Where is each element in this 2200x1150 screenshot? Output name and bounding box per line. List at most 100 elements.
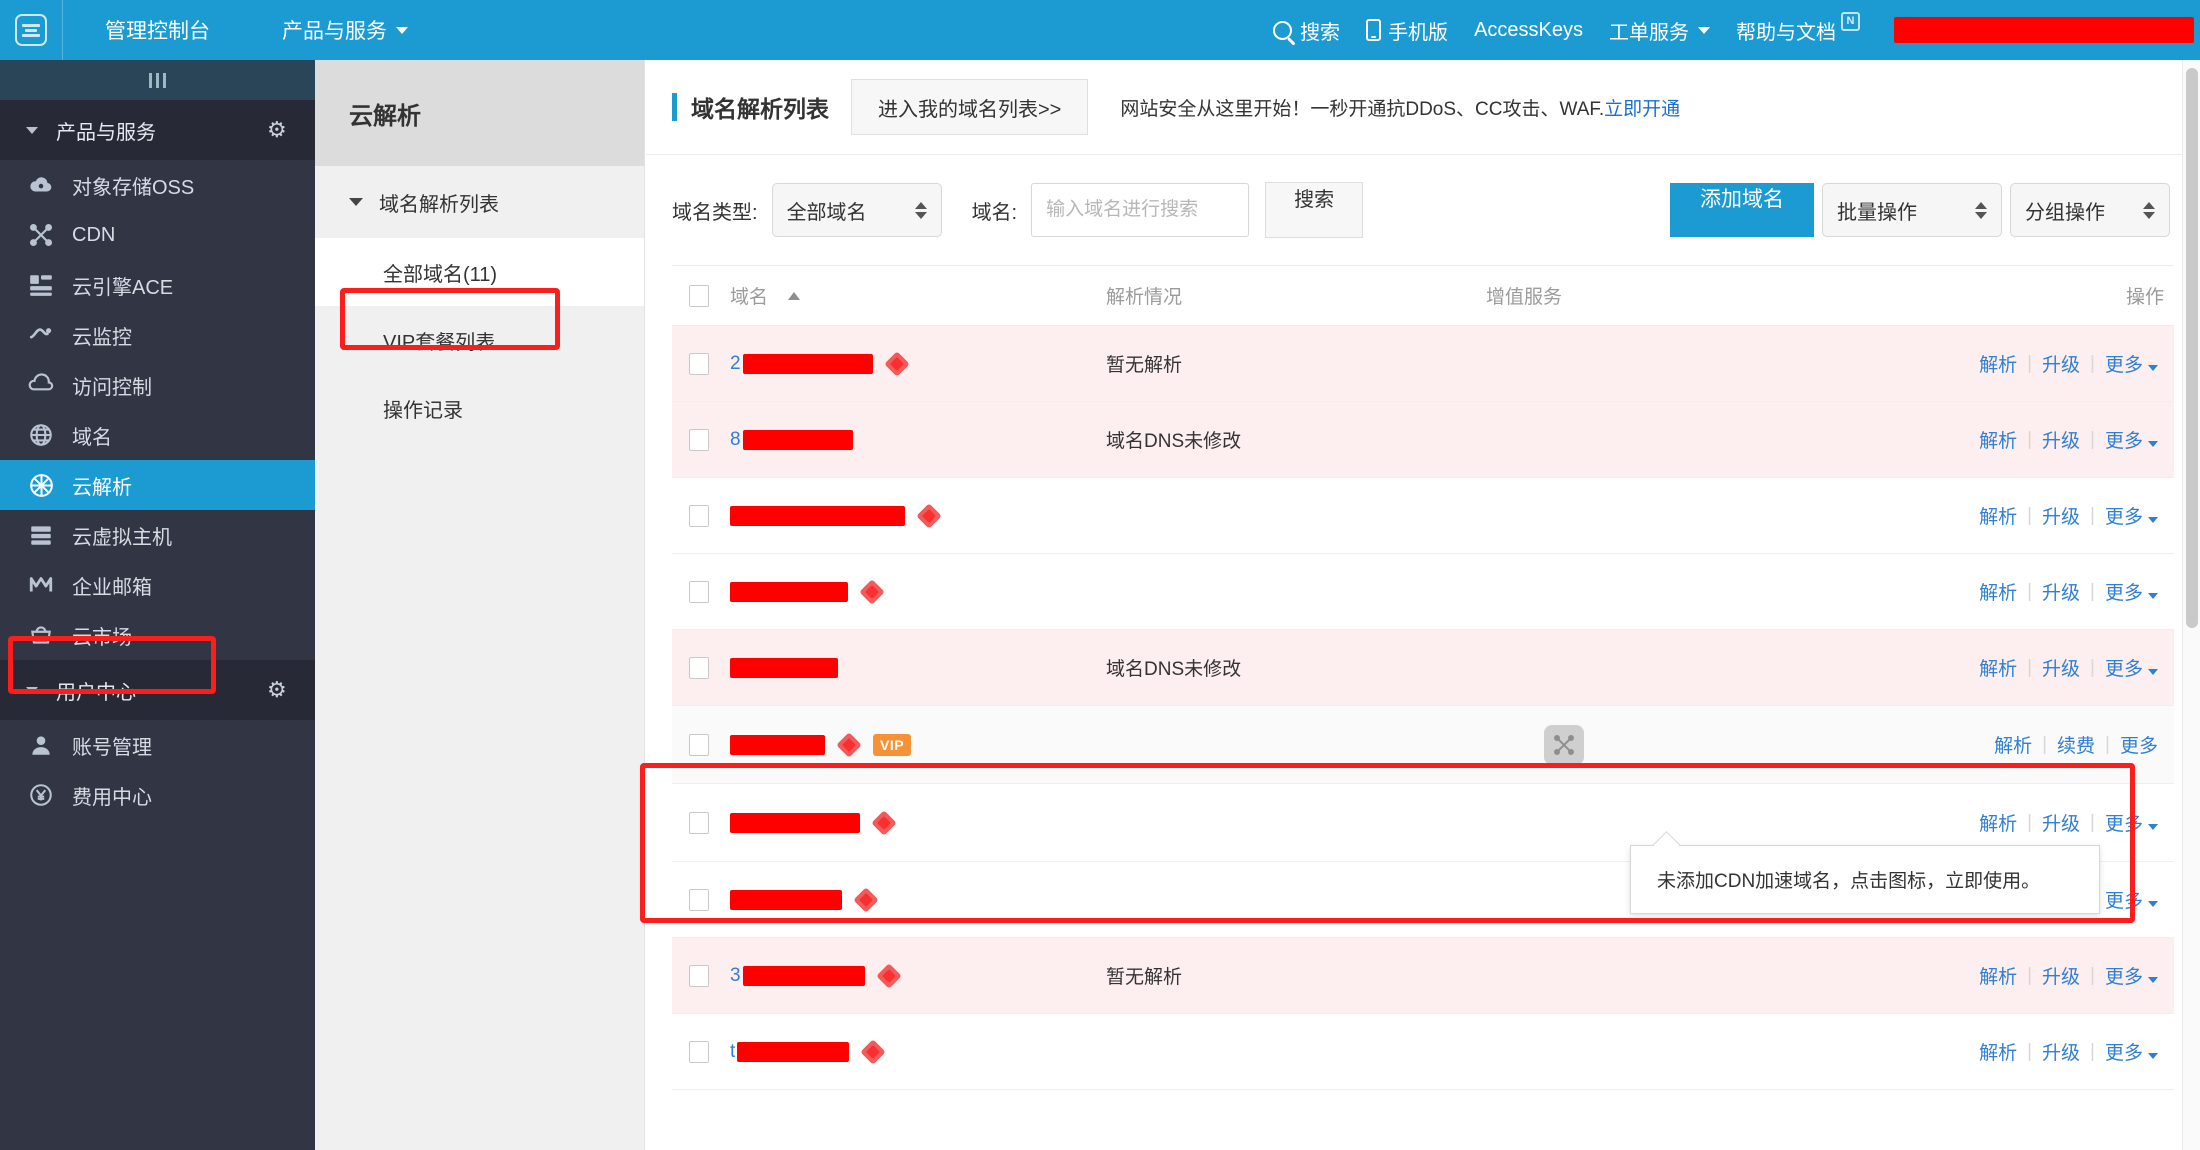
row-checkbox[interactable] [689, 656, 709, 679]
table-row[interactable]: 解析| 升级| 更多 [672, 478, 2174, 554]
action-resolve[interactable]: 解析 [1969, 502, 2027, 529]
sidebar-item-ram[interactable]: 访问控制 [0, 360, 315, 410]
enter-my-domain-list-button[interactable]: 进入我的域名列表>> [851, 79, 1089, 135]
action-upgrade[interactable]: 升级 [2032, 1038, 2090, 1065]
action-more[interactable]: 更多 [2095, 1038, 2168, 1065]
dns-compass-icon[interactable] [854, 888, 878, 912]
table-row[interactable]: 3 暂无解析 解析 | 升级 | 更多 [672, 938, 2174, 1014]
action-more[interactable]: 更多 [2095, 502, 2168, 529]
row-checkbox[interactable] [689, 352, 709, 375]
nav-accesskeys[interactable]: AccessKeys [1461, 0, 1596, 60]
row-checkbox[interactable] [689, 888, 709, 911]
sidebar-item-cdn[interactable]: CDN [0, 210, 315, 260]
sidebar-item-marketplace[interactable]: 云市场 [0, 610, 315, 660]
subnav-item-all-domains[interactable]: 全部域名(11) [315, 238, 644, 306]
sidebar-item-dns[interactable]: 云解析 [0, 460, 315, 510]
sidebar-group-user-center[interactable]: 用户中心 ⚙ [0, 660, 315, 720]
row-checkbox[interactable] [689, 504, 709, 527]
action-more[interactable]: 更多 [2095, 578, 2168, 605]
batch-action-select[interactable]: 批量操作 [1822, 183, 2002, 237]
user-account-menu[interactable] [1873, 0, 2200, 60]
action-resolve[interactable]: 解析 [1969, 350, 2027, 377]
action-resolve[interactable]: 解析 [1969, 654, 2027, 681]
dns-compass-icon[interactable] [837, 733, 861, 757]
action-resolve[interactable]: 解析 [1969, 578, 2027, 605]
table-row[interactable]: 域名DNS未修改 解析 | 升级 | 更多 [672, 630, 2174, 706]
aliyun-logo-icon[interactable] [0, 0, 62, 60]
subnav-group-domain-list[interactable]: 域名解析列表 [315, 166, 644, 238]
table-row[interactable]: 解析| 升级| 更多 [672, 554, 2174, 630]
nav-console[interactable]: 管理控制台 [89, 0, 226, 60]
gear-icon[interactable]: ⚙ [267, 119, 289, 141]
sidebar-item-domain[interactable]: 域名 [0, 410, 315, 460]
action-upgrade[interactable]: 升级 [2032, 426, 2090, 453]
nav-mobile-version[interactable]: 手机版 [1353, 0, 1461, 60]
action-more[interactable]: 更多 [2110, 731, 2168, 758]
scrollbar-thumb[interactable] [2186, 68, 2198, 628]
action-upgrade[interactable]: 升级 [2032, 350, 2090, 377]
table-row[interactable]: t 解析 | 升级 | 更多 [672, 1014, 2174, 1090]
promo-activate-link[interactable]: 立即开通 [1604, 99, 1680, 120]
action-resolve[interactable]: 解析 [1969, 809, 2027, 836]
action-upgrade[interactable]: 升级 [2032, 962, 2090, 989]
dns-compass-icon[interactable] [877, 964, 901, 988]
sidebar-group-products[interactable]: 产品与服务 ⚙ [0, 100, 315, 160]
cdn-icon[interactable] [1544, 724, 1584, 765]
sidebar-item-enterprise-mail[interactable]: 企业邮箱 [0, 560, 315, 610]
table-row[interactable]: 2 暂无解析 解析 | 升级 | 更多 [672, 326, 2174, 402]
column-header-domain[interactable]: 域名 [726, 282, 1106, 309]
action-resolve[interactable]: 解析 [1969, 1038, 2027, 1065]
row-select-cell [672, 811, 726, 834]
sidebar-item-oss[interactable]: 对象存储OSS [0, 160, 315, 210]
nav-products-services[interactable]: 产品与服务 [266, 0, 424, 60]
table-row[interactable]: VIP 解析 | 续费 | 更多 [672, 706, 2174, 784]
sidebar-item-account[interactable]: 账号管理 [0, 720, 315, 770]
action-more[interactable]: 更多 [2095, 654, 2168, 681]
row-checkbox[interactable] [689, 428, 709, 451]
action-more[interactable]: 更多 [2095, 350, 2168, 377]
dns-compass-icon[interactable] [861, 1040, 885, 1064]
subnav-item-vip-plans[interactable]: VIP套餐列表 [315, 306, 644, 374]
search-button[interactable]: 搜索 [1265, 182, 1364, 238]
row-checkbox[interactable] [689, 580, 709, 603]
nav-ticket-service[interactable]: 工单服务 [1596, 0, 1723, 60]
action-upgrade[interactable]: 升级 [2032, 654, 2090, 681]
row-checkbox[interactable] [689, 1040, 709, 1063]
action-more[interactable]: 更多 [2095, 426, 2168, 453]
action-resolve[interactable]: 解析 [1984, 731, 2042, 758]
dns-compass-icon[interactable] [917, 504, 941, 528]
nav-search[interactable]: 搜索 [1260, 0, 1353, 60]
table-row[interactable]: 8 域名DNS未修改 解析 | 升级 | 更多 [672, 402, 2174, 478]
action-renew[interactable]: 续费 [2047, 731, 2105, 758]
row-checkbox[interactable] [689, 964, 709, 987]
dns-compass-icon[interactable] [872, 811, 896, 835]
action-upgrade[interactable]: 升级 [2032, 809, 2090, 836]
nav-help-docs[interactable]: 帮助与文档 N [1723, 0, 1873, 60]
action-upgrade[interactable]: 升级 [2032, 502, 2090, 529]
sidebar-item-ace[interactable]: 云引擎ACE [0, 260, 315, 310]
gear-icon[interactable]: ⚙ [267, 679, 289, 701]
sidebar-item-cloudmonitor[interactable]: 云监控 [0, 310, 315, 360]
sidebar-item-cloudhost[interactable]: 云虚拟主机 [0, 510, 315, 560]
page-scrollbar[interactable] [2182, 60, 2200, 1150]
action-resolve[interactable]: 解析 [1969, 426, 2027, 453]
domain-search-input[interactable] [1031, 183, 1250, 237]
row-checkbox[interactable] [689, 811, 709, 834]
domain-cell: 2 [726, 352, 1106, 376]
dns-compass-icon[interactable] [860, 580, 884, 604]
dns-compass-icon[interactable] [885, 352, 909, 376]
action-more[interactable]: 更多 [2095, 886, 2168, 913]
subnav-item-operation-log[interactable]: 操作记录 [315, 374, 644, 442]
action-more[interactable]: 更多 [2095, 809, 2168, 836]
add-domain-button[interactable]: 添加域名 [1670, 183, 1814, 237]
select-all-checkbox[interactable] [689, 284, 709, 307]
page-root: 管理控制台 产品与服务 搜索 手机版 AccessKeys 工单服务 帮助与文档… [0, 0, 2200, 1150]
group-action-select[interactable]: 分组操作 [2010, 183, 2170, 237]
action-upgrade[interactable]: 升级 [2032, 578, 2090, 605]
sidebar-item-billing[interactable]: 费用中心 [0, 770, 315, 820]
domain-type-select[interactable]: 全部域名 [771, 183, 942, 237]
sidebar-collapse-handle[interactable] [0, 60, 315, 100]
action-more[interactable]: 更多 [2095, 962, 2168, 989]
row-checkbox[interactable] [689, 733, 709, 756]
action-resolve[interactable]: 解析 [1969, 962, 2027, 989]
